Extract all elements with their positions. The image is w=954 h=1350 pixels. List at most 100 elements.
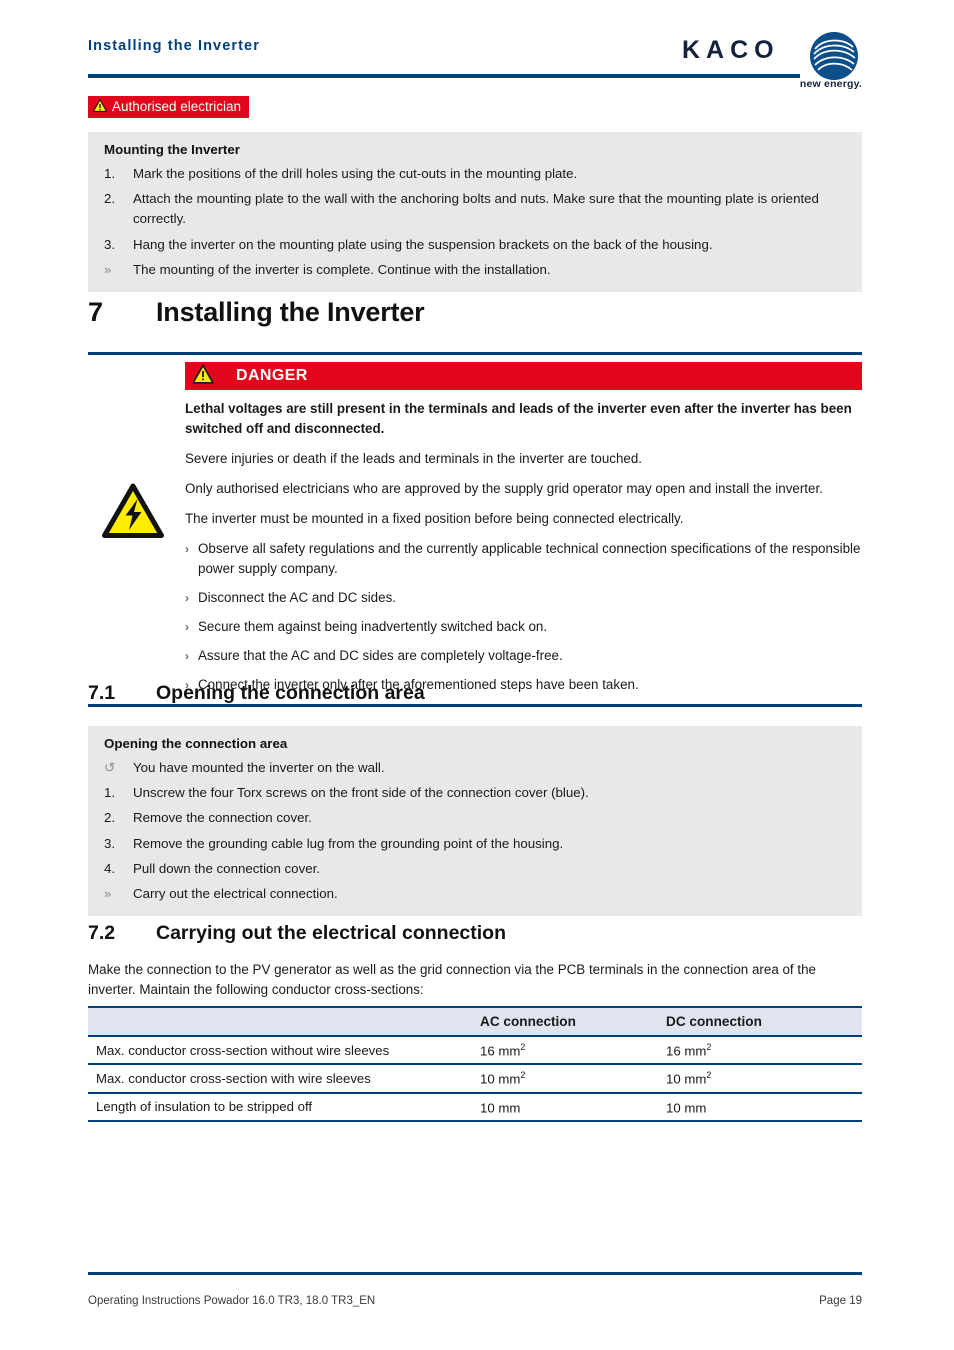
footer-document-title: Operating Instructions Powador 16.0 TR3,…	[88, 1295, 376, 1307]
page-header: Installing the Inverter KACO new energy.	[88, 32, 862, 92]
mounting-box-title: Mounting the Inverter	[104, 142, 240, 157]
value: 16 mm	[666, 1043, 707, 1059]
list-item: ↺ You have mounted the inverter on the w…	[96, 758, 848, 778]
chevron-right-icon: ›	[185, 590, 189, 605]
step-marker: 4.	[104, 860, 116, 876]
chevron-right-icon: ›	[185, 619, 189, 634]
list-item: 2. Attach the mounting plate to the wall…	[96, 189, 848, 229]
step-marker: »	[104, 886, 112, 902]
table-cell-ac: 10 mm	[472, 1091, 658, 1123]
section-title: Carrying out the electrical connection	[156, 922, 506, 944]
list-item: › Observe all safety regulations and the…	[185, 539, 862, 579]
danger-bullet-text: Observe all safety regulations and the c…	[198, 540, 861, 576]
logo-tagline: new energy.	[799, 78, 862, 90]
danger-lead-text: Lethal voltages are still present in the…	[185, 401, 852, 437]
section-title: Opening the connection area	[156, 682, 425, 704]
value: 10 mm	[666, 1071, 707, 1087]
step-text: Unscrew the four Torx screws on the fron…	[133, 785, 589, 801]
section-72-intro: Make the connection to the PV generator …	[88, 962, 816, 998]
footer-page-number: Page 19	[819, 1295, 862, 1307]
step-text: Pull down the connection cover.	[133, 860, 321, 876]
unit-exponent: 2	[706, 1042, 712, 1052]
table-row: Max. conductor cross-section without wir…	[88, 1034, 862, 1065]
danger-bullet-text: Assure that the AC and DC sides are comp…	[198, 647, 563, 663]
step-marker: 1.	[104, 166, 116, 181]
step-text: Mark the positions of the drill holes us…	[133, 166, 578, 181]
step-text: Carry out the electrical connection.	[133, 886, 338, 902]
table-header-cell-dc: DC connection	[658, 1006, 862, 1036]
document-page: Installing the Inverter KACO new energy.	[0, 0, 954, 1350]
step-text: Hang the inverter on the mounting plate …	[133, 236, 713, 252]
kaco-logo: KACO new energy.	[682, 32, 862, 90]
list-item: › Assure that the AC and DC sides are co…	[185, 646, 862, 666]
danger-body: DANGER Lethal voltages are still present…	[88, 355, 862, 704]
step-marker: 2.	[104, 191, 116, 207]
warning-triangle-icon	[192, 364, 214, 389]
step-marker: »	[104, 261, 112, 277]
step-text: The mounting of the inverter is complete…	[133, 261, 551, 277]
list-item: 1. Mark the positions of the drill holes…	[96, 164, 848, 184]
table-header-row: AC connection DC connection	[88, 1006, 862, 1036]
step-marker: 1.	[104, 785, 116, 801]
list-item: 3. Hang the inverter on the mounting pla…	[96, 235, 848, 255]
list-item: 4. Pull down the connection cover.	[96, 859, 848, 879]
danger-paragraph: The inverter must be mounted in a fixed …	[185, 511, 684, 527]
table-cell-dc: 10 mm2	[658, 1063, 862, 1093]
list-item: » Carry out the electrical connection.	[96, 884, 848, 904]
footer-divider	[88, 1272, 862, 1275]
unit-exponent: 2	[706, 1070, 712, 1081]
step-text: You have mounted the inverter on the wal…	[133, 760, 385, 775]
danger-bullet-text: Secure them against being inadvertently …	[198, 618, 548, 634]
header-title: Installing the Inverter	[88, 38, 260, 54]
page-title: 7 Installing the Inverter	[88, 297, 862, 328]
danger-label: DANGER	[236, 367, 308, 384]
chevron-right-icon: ›	[185, 541, 189, 556]
table-cell-dc: 10 mm	[658, 1091, 862, 1123]
unit-exponent: 2	[520, 1042, 526, 1052]
danger-paragraph: Only authorised electricians who are app…	[185, 481, 823, 497]
step-marker: 3.	[104, 236, 116, 252]
value: 16 mm	[480, 1043, 521, 1059]
chapter-title: Installing the Inverter	[156, 297, 425, 327]
list-item: › Disconnect the AC and DC sides.	[185, 588, 862, 608]
list-item: » The mounting of the inverter is comple…	[96, 260, 848, 280]
table-row: Length of insulation to be stripped off …	[88, 1091, 862, 1123]
section-heading-72: 7.2 Carrying out the electrical connecti…	[88, 922, 862, 945]
danger-bullet-text: Disconnect the AC and DC sides.	[198, 589, 396, 605]
list-item: › Secure them against being inadvertentl…	[185, 617, 862, 637]
chapter-number: 7	[88, 297, 103, 327]
page-footer: Operating Instructions Powador 16.0 TR3,…	[88, 1295, 862, 1307]
logo-wave-circle-icon	[810, 32, 858, 80]
step-marker: 3.	[104, 835, 116, 851]
step-marker: 2.	[104, 810, 116, 826]
section-number: 7.1	[88, 682, 116, 704]
authorised-electrician-badge: Authorised electrician	[88, 96, 250, 118]
table-header-cell-ac: AC connection	[472, 1006, 658, 1036]
danger-content-column: DANGER Lethal voltages are still present…	[185, 362, 862, 695]
danger-paragraph: Severe injuries or death if the leads an…	[185, 451, 643, 467]
precondition-icon: ↺	[104, 760, 116, 775]
step-text: Remove the grounding cable lug from the …	[133, 835, 564, 851]
list-item: 2. Remove the connection cover.	[96, 808, 848, 828]
danger-notice: DANGER Lethal voltages are still present…	[88, 352, 862, 708]
logo-wordmark: KACO	[682, 36, 780, 64]
step-text: Attach the mounting plate to the wall wi…	[133, 191, 819, 227]
unit-exponent: 2	[520, 1070, 526, 1081]
table-row: Max. conductor cross-section with wire s…	[88, 1063, 862, 1093]
section-number: 7.2	[88, 922, 116, 944]
opening-box-title: Opening the connection area	[104, 736, 288, 751]
table-cell-dc: 16 mm2	[658, 1034, 862, 1065]
table-cell-label: Max. conductor cross-section with wire s…	[88, 1063, 472, 1093]
authorised-electrician-label: Authorised electrician	[112, 98, 242, 114]
table-cell-label: Max. conductor cross-section without wir…	[88, 1034, 472, 1065]
conductor-cross-section-table: AC connection DC connection Max. conduct…	[88, 1006, 862, 1123]
step-text: Remove the connection cover.	[133, 810, 312, 826]
list-item: 1. Unscrew the four Torx screws on the f…	[96, 783, 848, 803]
opening-connection-area-box: Opening the connection area ↺ You have m…	[88, 726, 862, 917]
table-cell-label: Length of insulation to be stripped off	[88, 1091, 472, 1123]
mounting-procedure-box: Mounting the Inverter 1. Mark the positi…	[88, 132, 862, 293]
warning-triangle-icon	[92, 99, 108, 115]
table-header-cell-blank	[88, 1006, 472, 1036]
electric-shock-icon	[102, 483, 164, 539]
list-item: 3. Remove the grounding cable lug from t…	[96, 834, 848, 854]
